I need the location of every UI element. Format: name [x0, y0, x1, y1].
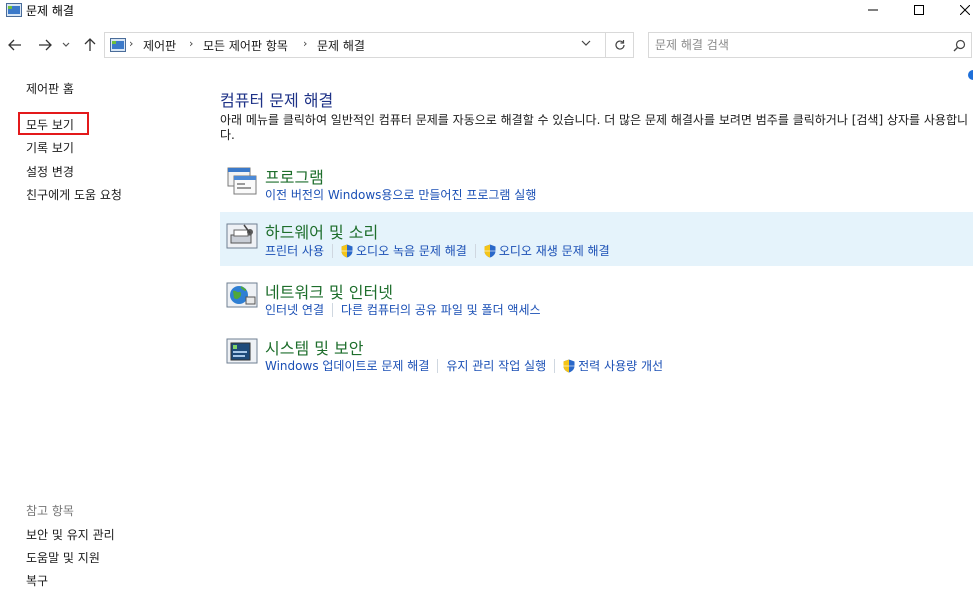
recent-locations-button[interactable]: [59, 34, 73, 56]
uac-shield-icon: [484, 244, 496, 257]
link-internet-connections[interactable]: 인터넷 연결: [265, 301, 324, 318]
see-also-recovery[interactable]: 복구: [26, 572, 48, 589]
category-system-security: 시스템 및 보안 Windows 업데이트로 문제 해결 유지 관리 작업 실행…: [220, 330, 973, 380]
breadcrumb-control-panel[interactable]: 제어판: [143, 37, 176, 54]
forward-button[interactable]: [34, 34, 56, 56]
link-audio-recording[interactable]: 오디오 녹음 문제 해결: [341, 242, 467, 259]
breadcrumb-all-items[interactable]: 모든 제어판 항목: [203, 37, 288, 54]
category-links: Windows 업데이트로 문제 해결 유지 관리 작업 실행 전력 사용량 개…: [265, 357, 663, 374]
link-divider: [554, 358, 556, 373]
page-title: 컴퓨터 문제 해결: [220, 91, 334, 110]
see-also-help-support[interactable]: 도움말 및 지원: [26, 549, 100, 566]
programs-icon[interactable]: [226, 166, 258, 196]
category-programs: 프로그램 이전 버전의 Windows용으로 만들어진 프로그램 실행: [220, 160, 973, 208]
sidebar-item-view-all[interactable]: 모두 보기: [26, 116, 74, 133]
link-run-older-programs[interactable]: 이전 버전의 Windows용으로 만들어진 프로그램 실행: [265, 186, 536, 203]
close-button[interactable]: [942, 0, 973, 20]
see-also-label: 참고 항목: [26, 504, 74, 518]
link-label: 오디오 재생 문제 해결: [498, 244, 610, 258]
link-label: 전력 사용량 개선: [578, 359, 664, 373]
category-title[interactable]: 프로그램: [265, 164, 324, 188]
sidebar-item-change-settings[interactable]: 설정 변경: [26, 163, 74, 180]
search-icon[interactable]: [953, 39, 966, 52]
link-audio-playback[interactable]: 오디오 재생 문제 해결: [484, 242, 610, 259]
link-divider: [437, 358, 439, 373]
uac-shield-icon: [563, 359, 575, 372]
maximize-icon: [914, 5, 924, 15]
maximize-button[interactable]: [896, 0, 942, 20]
page-description: 아래 메뉴를 클릭하여 일반적인 컴퓨터 문제를 자동으로 해결할 수 있습니다…: [220, 113, 969, 142]
link-label: 오디오 녹음 문제 해결: [356, 244, 467, 258]
category-title[interactable]: 네트워크 및 인터넷: [265, 279, 393, 303]
link-divider: [474, 243, 476, 258]
link-divider: [332, 243, 334, 258]
network-internet-icon[interactable]: [226, 280, 258, 310]
hardware-sound-icon[interactable]: [226, 221, 258, 251]
category-hardware-sound: 하드웨어 및 소리 프린터 사용 오디오 녹음 문제 해결 오디오 재생 문제 …: [220, 212, 973, 266]
window-title: 문제 해결: [26, 4, 74, 18]
close-icon: [960, 5, 970, 15]
navigation-bar: › 제어판 › 모든 제어판 항목 › 문제 해결: [0, 30, 973, 60]
refresh-button[interactable]: [606, 32, 634, 58]
see-also-security-maintenance[interactable]: 보안 및 유지 관리: [26, 526, 115, 543]
control-panel-icon: [110, 38, 126, 52]
sidebar-item-get-help-from-friend[interactable]: 친구에게 도움 요청: [26, 186, 122, 203]
sidebar-item-view-history[interactable]: 기록 보기: [26, 139, 74, 156]
search-input[interactable]: [655, 36, 945, 54]
link-maintenance-tasks[interactable]: 유지 관리 작업 실행: [446, 357, 546, 374]
category-title[interactable]: 하드웨어 및 소리: [265, 219, 378, 243]
back-button[interactable]: [4, 34, 26, 56]
breadcrumb-separator-icon: ›: [303, 37, 308, 50]
forward-arrow-icon: [39, 39, 52, 51]
help-icon[interactable]: [968, 70, 973, 80]
chevron-down-icon: [62, 42, 70, 47]
sidebar-control-panel-home[interactable]: 제어판 홈: [26, 80, 74, 97]
category-links: 프린터 사용 오디오 녹음 문제 해결 오디오 재생 문제 해결: [265, 242, 610, 259]
troubleshooting-window-icon: [6, 3, 22, 17]
up-arrow-icon: [84, 38, 96, 51]
title-bar: 문제 해결: [0, 0, 973, 22]
breadcrumb-separator-icon: ›: [129, 37, 134, 50]
minimize-icon: [868, 9, 878, 11]
category-links: 이전 버전의 Windows용으로 만들어진 프로그램 실행: [265, 186, 536, 203]
link-power-usage[interactable]: 전력 사용량 개선: [563, 357, 663, 374]
search-box[interactable]: [648, 32, 972, 58]
back-arrow-icon: [8, 39, 21, 51]
link-divider: [332, 302, 334, 317]
minimize-button[interactable]: [850, 0, 896, 20]
link-shared-folders[interactable]: 다른 컴퓨터의 공유 파일 및 폴더 액세스: [341, 301, 541, 318]
breadcrumb-troubleshooting[interactable]: 문제 해결: [317, 37, 365, 54]
category-links: 인터넷 연결 다른 컴퓨터의 공유 파일 및 폴더 액세스: [265, 301, 541, 318]
link-windows-update[interactable]: Windows 업데이트로 문제 해결: [265, 357, 429, 374]
refresh-icon: [614, 40, 625, 50]
up-button[interactable]: [79, 34, 101, 56]
system-security-icon[interactable]: [226, 336, 258, 366]
breadcrumb-separator-icon: ›: [189, 37, 194, 50]
uac-shield-icon: [341, 244, 353, 257]
chevron-down-icon[interactable]: [581, 40, 591, 47]
category-network-internet: 네트워크 및 인터넷 인터넷 연결 다른 컴퓨터의 공유 파일 및 폴더 액세스: [220, 274, 973, 324]
link-use-printer[interactable]: 프린터 사용: [265, 242, 324, 259]
category-title[interactable]: 시스템 및 보안: [265, 335, 364, 359]
address-bar[interactable]: › 제어판 › 모든 제어판 항목 › 문제 해결: [104, 32, 606, 58]
